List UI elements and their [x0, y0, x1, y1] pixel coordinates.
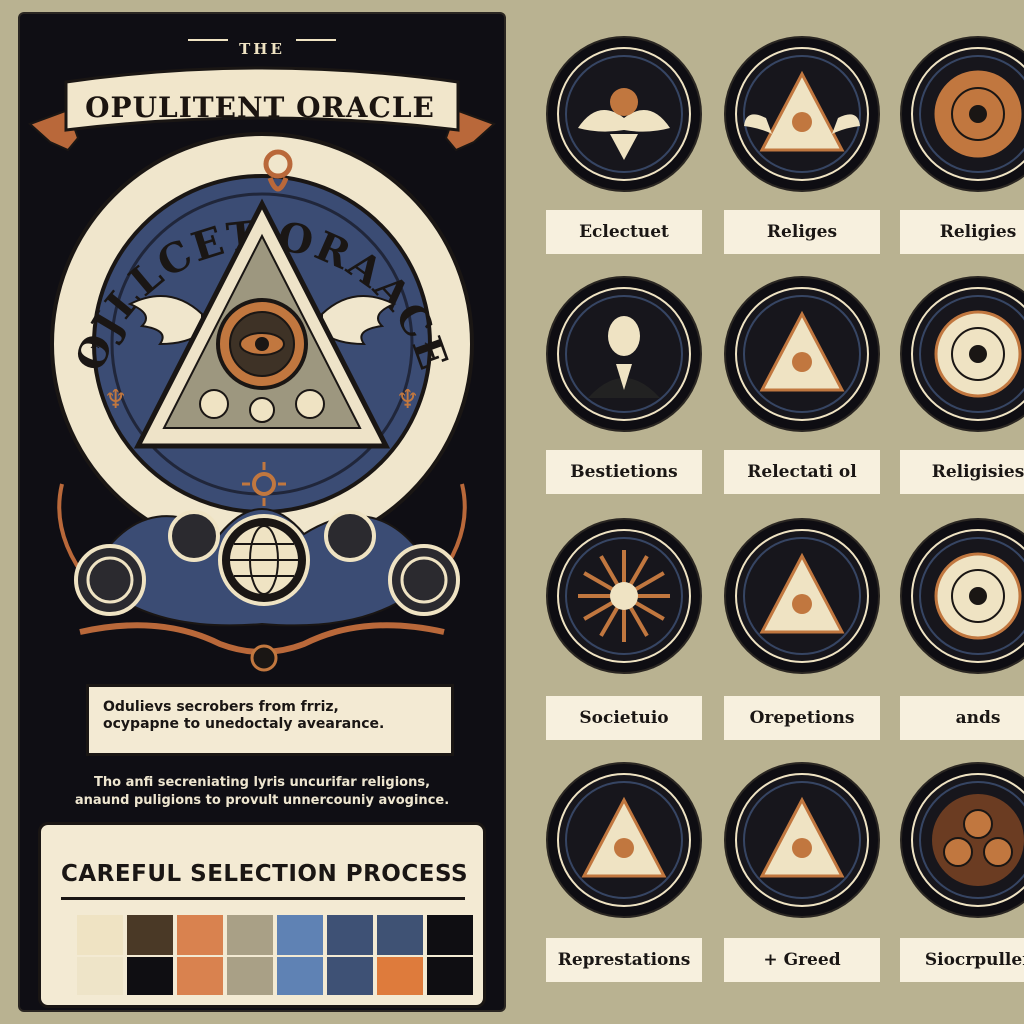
winged-eye-icon[interactable] [548, 38, 700, 190]
color-swatch [77, 957, 123, 995]
svg-text:♆: ♆ [104, 385, 127, 415]
color-swatch [127, 915, 173, 955]
pyramid-icon[interactable] [726, 278, 878, 430]
eye-ring-icon[interactable] [902, 520, 1024, 672]
selection-panel: CAREFUL SELECTION PROCESS [38, 822, 486, 1008]
color-swatch [77, 915, 123, 955]
badge-label: Eclectuet [546, 210, 702, 254]
badge-label: Religisies [900, 450, 1024, 494]
badge-label: Societuio [546, 696, 702, 740]
starburst-icon[interactable] [548, 520, 700, 672]
color-swatch [327, 957, 373, 995]
compass-disc-icon[interactable] [902, 38, 1024, 190]
color-swatch [227, 915, 273, 955]
badge-label: Religies [900, 210, 1024, 254]
color-swatch [277, 915, 323, 955]
badge-label: Siocrpuller [900, 938, 1024, 982]
svg-text:*: * [90, 337, 100, 361]
color-swatch [327, 915, 373, 955]
subtitle-line-1: Tho anfi secreniating lyris uncurifar re… [93, 775, 431, 790]
tagline-line-2: ocypapne to unedoctaly avearance. [103, 716, 385, 732]
pyramid-icon[interactable] [726, 520, 878, 672]
subtitle-line-2: anaund puligions to provult unnercouniy … [74, 793, 450, 808]
selection-title: CAREFUL SELECTION PROCESS [61, 861, 469, 887]
pyramid-icon[interactable] [548, 764, 700, 916]
color-swatch [427, 915, 473, 955]
badge-label: Bestietions [546, 450, 702, 494]
svg-text:*: * [424, 337, 434, 361]
color-swatch [427, 957, 473, 995]
suited-figure-icon[interactable] [548, 278, 700, 430]
title-prefix: THE [239, 40, 285, 58]
color-swatch [377, 957, 423, 995]
color-swatch [277, 957, 323, 995]
color-swatch [377, 915, 423, 955]
badge-label: ands [900, 696, 1024, 740]
svg-text:♆: ♆ [396, 385, 419, 415]
color-swatches [77, 915, 477, 995]
color-swatch [227, 957, 273, 995]
winged-pyramid-icon[interactable] [726, 38, 878, 190]
mandala-icon[interactable] [902, 278, 1024, 430]
color-swatch [127, 957, 173, 995]
color-swatch [177, 957, 223, 995]
tagline-box: Odulievs secrobers from frriz, ocypapne … [86, 684, 454, 756]
color-swatch [177, 915, 223, 955]
badge-label: Relectati ol [724, 450, 880, 494]
badge-label: Represtations [546, 938, 702, 982]
poster-title: OPULITENT ORACLE [85, 90, 435, 124]
pyramid-icon[interactable] [726, 764, 878, 916]
badge-label: + Greed [724, 938, 880, 982]
badge-label: Orepetions [724, 696, 880, 740]
tagline-line-1: Odulievs secrobers from frriz, [103, 699, 339, 715]
orbs-icon[interactable] [902, 764, 1024, 916]
badge-label: Religes [724, 210, 880, 254]
subtitle: Tho anfi secreniating lyris uncurifar re… [32, 774, 492, 810]
selection-divider [61, 897, 465, 900]
oracle-poster: OJLLCET ORAACE * * ♆ ♆ [20, 14, 504, 1010]
